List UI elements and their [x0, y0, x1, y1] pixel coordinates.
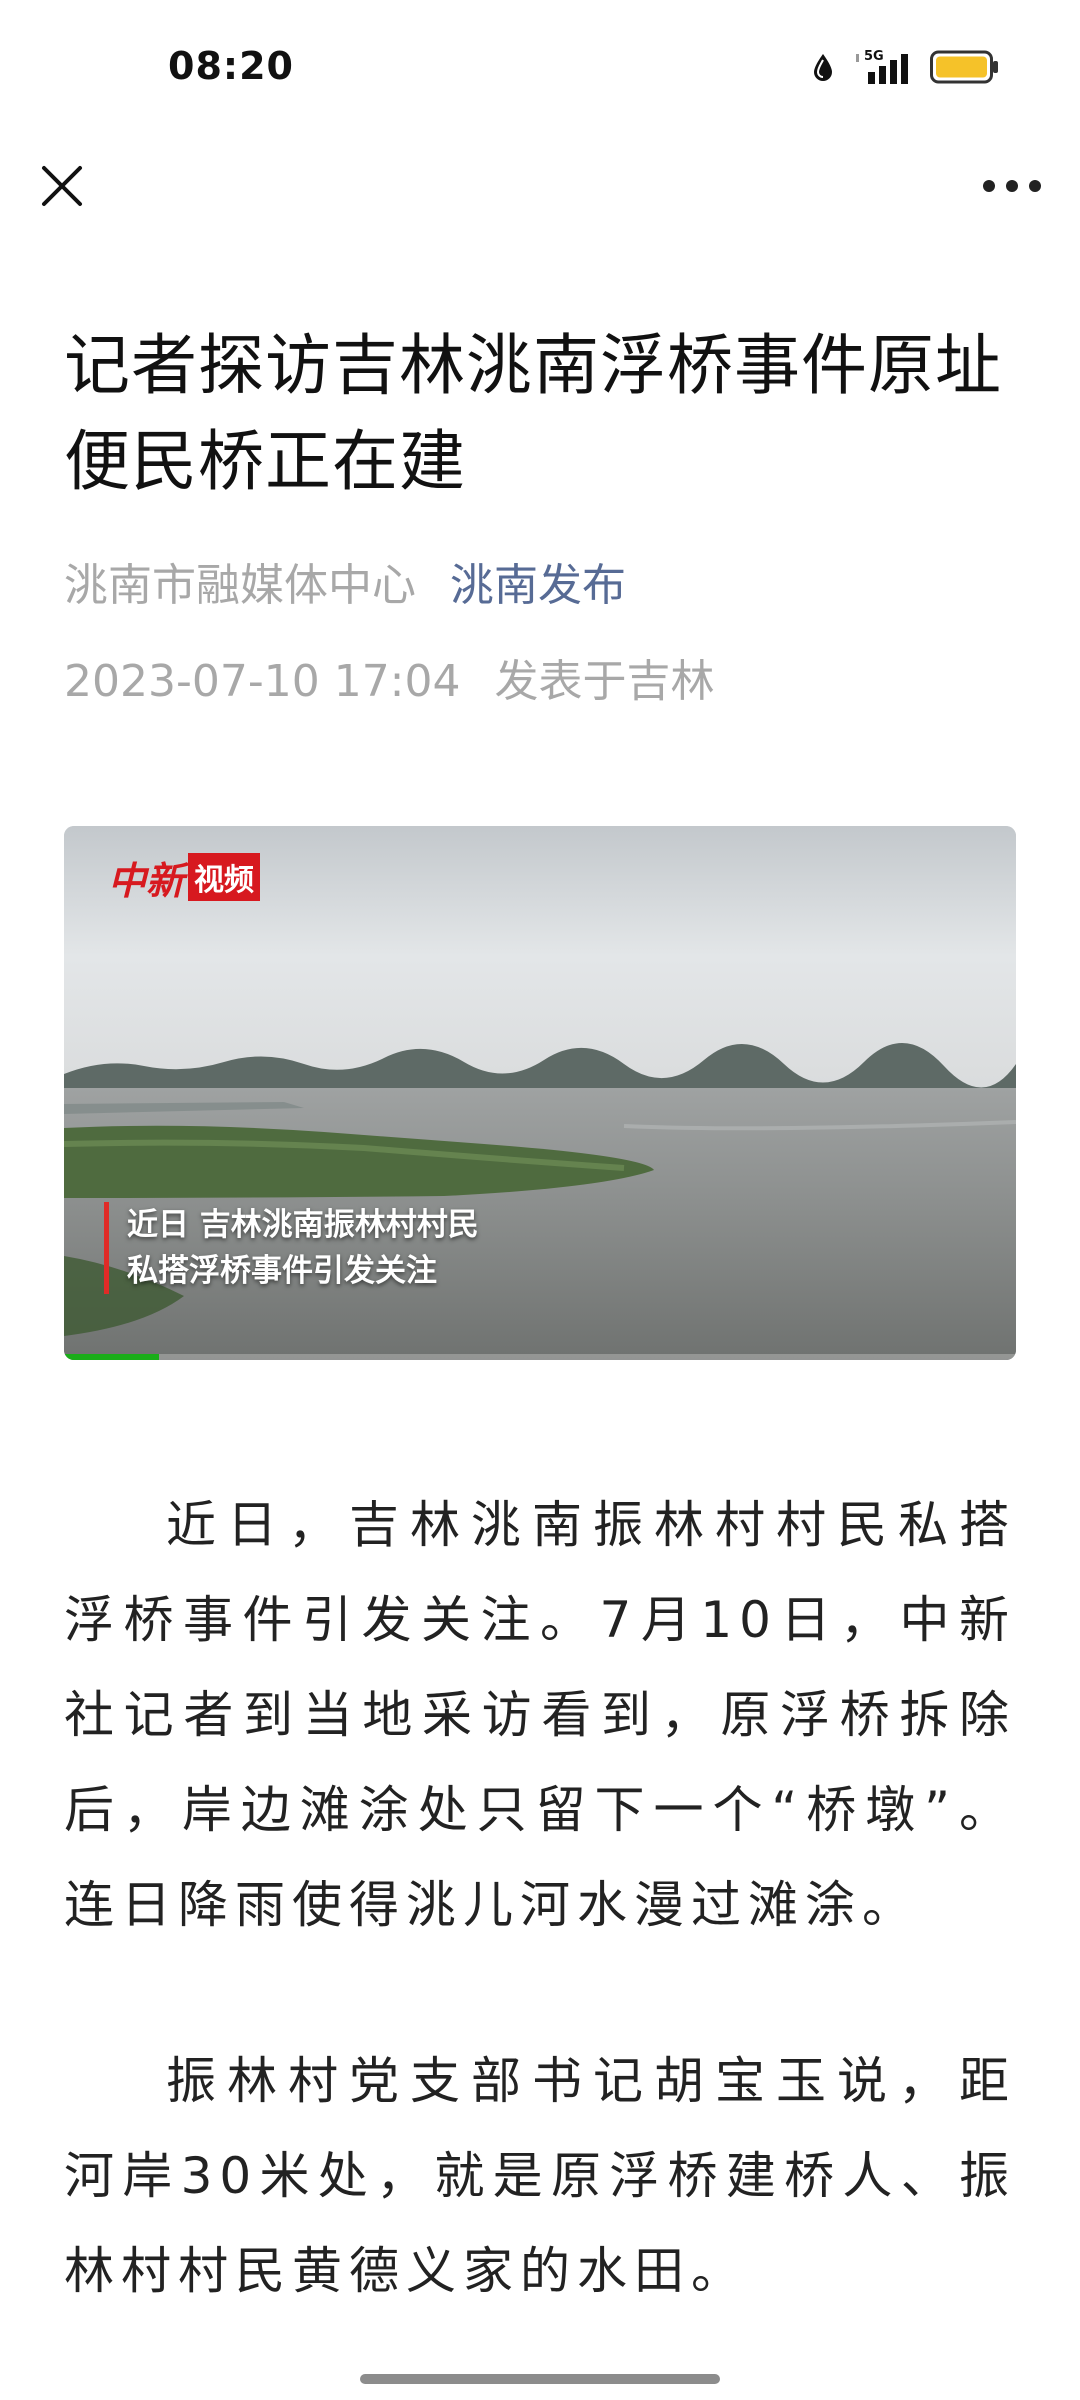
network-label: 5G — [864, 49, 884, 64]
author-name: 洮南市融媒体中心 — [64, 560, 416, 611]
article-title: 记者探访吉林洮南浮桥事件原址 便民桥正在建 — [64, 327, 1002, 500]
home-indicator[interactable] — [360, 2374, 720, 2384]
more-button[interactable] — [964, 154, 1060, 218]
close-button[interactable] — [30, 154, 94, 218]
publish-location: 发表于吉林 — [494, 656, 715, 707]
video-caption: 近日 吉林洮南振林村村民 私搭浮桥事件引发关注 — [104, 1202, 479, 1294]
signal-5g-icon: 5G — [852, 48, 912, 86]
video-logo-text-b: 视频 — [188, 853, 261, 901]
article-publish-info: 2023-07-10 17:04 发表于吉林 — [64, 652, 1024, 712]
video-caption-line1: 近日 吉林洮南振林村村民 — [127, 1207, 479, 1243]
close-icon — [42, 166, 82, 206]
video-player[interactable]: 中新 视频 近日 吉林洮南振林村村民 私搭浮桥事件引发关注 — [64, 826, 1016, 1360]
article-meta: 洮南市融媒体中心 洮南发布 — [64, 556, 1024, 616]
video-caption-line2: 私搭浮桥事件引发关注 — [127, 1253, 437, 1289]
more-dots-icon — [983, 180, 1041, 192]
status-icons: 5G — [812, 42, 1000, 92]
video-progress-track[interactable] — [64, 1354, 1016, 1360]
status-time: 08:20 — [168, 44, 294, 88]
status-bar: 08:20 5G — [0, 0, 1080, 120]
body-paragraph: 振林村党支部书记胡宝玉说，距河岸30米处，就是原浮桥建桥人、振林村村民黄德义家的… — [64, 2052, 1016, 2300]
video-logo-text-a: 中新 — [108, 857, 185, 903]
nav-bar — [0, 140, 1080, 240]
body-paragraph: 近日，吉林洮南振林村村民私搭浮桥事件引发关注。7月10日，中新社记者到当地采访看… — [64, 1496, 1016, 1934]
video-logo: 中新 视频 — [108, 853, 261, 903]
drop-icon — [812, 52, 834, 82]
video-progress-fill — [64, 1354, 160, 1360]
account-link[interactable]: 洮南发布 — [450, 556, 626, 616]
publish-datetime: 2023-07-10 17:04 — [64, 656, 461, 707]
battery-icon — [930, 50, 1000, 84]
